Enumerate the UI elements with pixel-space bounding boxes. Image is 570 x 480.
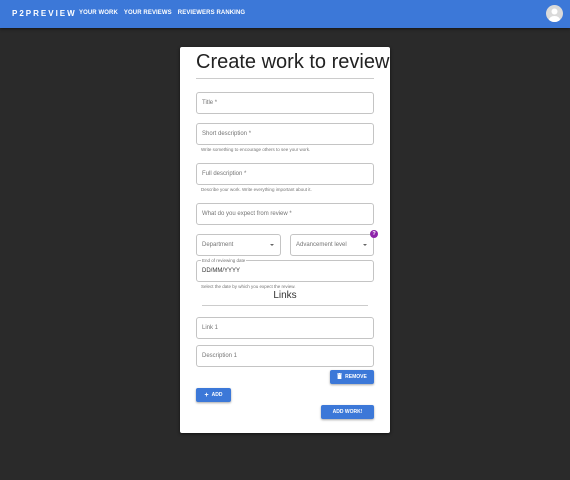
link-description-input[interactable]: Description 1	[196, 345, 374, 367]
end-date-input[interactable]: End of reviewing date DD/MM/YYYY	[196, 258, 374, 282]
remove-link-label: REMOVE	[345, 374, 367, 380]
add-link-button[interactable]: + ADD	[196, 388, 231, 402]
title-input-placeholder: Title *	[202, 100, 218, 106]
nav-reviewers-ranking[interactable]: REVIEWERS RANKING	[178, 10, 245, 16]
brand-logo[interactable]: P2PREVIEW	[12, 9, 77, 18]
plus-icon: +	[204, 391, 209, 399]
department-select[interactable]: Department	[196, 234, 281, 256]
full-description-helper: Describe your work. Write everything imp…	[201, 187, 312, 192]
short-description-placeholder: Short description *	[202, 131, 252, 137]
link-input-placeholder: Link 1	[202, 325, 219, 331]
links-heading: Links	[273, 290, 297, 301]
end-date-value: DD/MM/YYYY	[202, 268, 241, 274]
end-date-helper: Select the date by which you expect the …	[201, 284, 296, 289]
short-description-helper: Write something to encourage others to s…	[201, 147, 311, 152]
trash-icon	[337, 373, 343, 381]
link-input[interactable]: Link 1	[196, 317, 374, 339]
app-bar: P2PREVIEW YOUR WORK YOUR REVIEWS REVIEWE…	[0, 0, 570, 28]
links-divider	[202, 305, 368, 306]
page-title: Create work to review	[196, 51, 390, 73]
title-divider	[196, 78, 374, 79]
help-icon[interactable]: ?	[370, 230, 378, 238]
nav-your-reviews[interactable]: YOUR REVIEWS	[124, 10, 172, 16]
remove-link-button[interactable]: REMOVE	[330, 370, 374, 384]
main-nav: YOUR WORK YOUR REVIEWS REVIEWERS RANKING	[79, 10, 245, 16]
caret-down-icon	[270, 244, 274, 246]
account-avatar-icon[interactable]	[546, 5, 563, 22]
create-work-form: Create work to review Title * Short desc…	[180, 47, 390, 433]
caret-down-icon	[363, 244, 367, 246]
add-work-submit-label: ADD WORK!	[332, 409, 363, 415]
review-expectation-input[interactable]: What do you expect from review *	[196, 203, 374, 225]
nav-your-work[interactable]: YOUR WORK	[79, 10, 118, 16]
full-description-input[interactable]: Full description *	[196, 163, 374, 185]
advancement-level-select[interactable]: Advancement level	[290, 234, 374, 256]
department-select-label: Department	[202, 242, 234, 248]
full-description-placeholder: Full description *	[202, 171, 247, 177]
add-work-submit-button[interactable]: ADD WORK!	[321, 405, 374, 419]
advancement-level-label: Advancement level	[296, 242, 347, 248]
add-link-label: ADD	[211, 392, 223, 398]
review-expectation-placeholder: What do you expect from review *	[202, 211, 292, 217]
title-input[interactable]: Title *	[196, 92, 374, 114]
link-description-placeholder: Description 1	[202, 353, 238, 359]
short-description-input[interactable]: Short description *	[196, 123, 374, 145]
end-date-label: End of reviewing date	[201, 258, 247, 263]
